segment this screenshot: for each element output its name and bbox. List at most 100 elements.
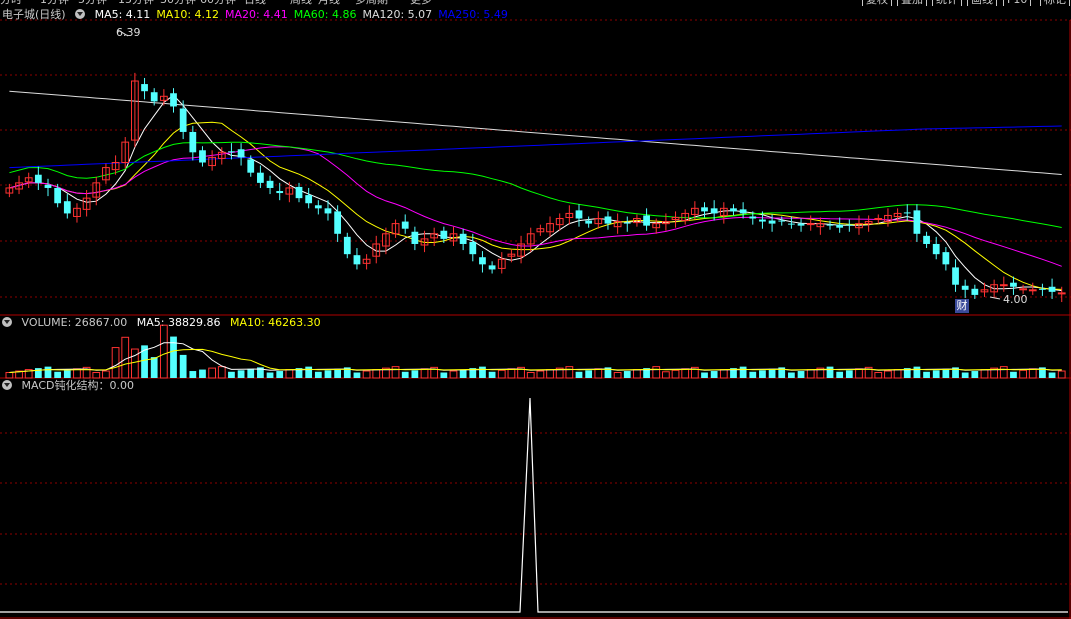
volume-bar: [305, 366, 313, 378]
volume-bar: [759, 370, 766, 378]
volume-bar: [961, 372, 969, 378]
candle-body: [575, 210, 583, 219]
candle-body: [179, 108, 187, 132]
candle-body: [623, 222, 631, 224]
candle-body: [961, 285, 969, 290]
volume-bar: [159, 324, 168, 379]
volume-bar: [701, 372, 708, 378]
volume-bar: [237, 370, 245, 378]
candle-body: [314, 205, 322, 209]
candle-body: [778, 220, 786, 222]
volume-bar: [855, 368, 863, 379]
candle-body: [999, 284, 1008, 287]
volume-bar: [536, 370, 545, 379]
candle-body: [903, 212, 911, 214]
volume-bar: [276, 371, 284, 378]
candle-body: [170, 93, 177, 107]
volume-bar: [923, 371, 930, 378]
volume-bar: [768, 368, 776, 378]
volume-bar: [372, 369, 381, 379]
volume-bar: [44, 366, 52, 378]
candle-body: [710, 208, 718, 214]
candle-body: [585, 220, 593, 224]
candle-body: [971, 288, 979, 295]
candle-body: [845, 224, 853, 226]
volume-bar: [488, 371, 496, 378]
high-price-label: 6.39: [116, 26, 141, 39]
candle-body: [730, 208, 737, 212]
volume-bar: [420, 368, 429, 379]
ma10-line: [9, 121, 1062, 290]
volume-bar: [845, 370, 853, 378]
candle-body: [1010, 282, 1017, 287]
candle-body: [488, 265, 496, 270]
volume-bar: [585, 370, 593, 378]
candle-body: [228, 151, 235, 153]
candle-body: [305, 195, 313, 204]
volume-bar: [5, 372, 14, 379]
volume-bar: [681, 368, 690, 379]
volume-bar: [623, 371, 631, 378]
kline-chart[interactable]: [0, 0, 1071, 619]
volume-bar: [739, 366, 747, 378]
candle-body: [604, 216, 612, 224]
volume-bar: [208, 367, 217, 379]
volume-bar: [497, 369, 506, 379]
candle-body: [701, 207, 708, 212]
candle-body: [440, 230, 448, 239]
candle-body: [266, 180, 274, 188]
candle-body: [469, 241, 477, 255]
volume-bar: [362, 370, 371, 379]
candle-body: [324, 208, 332, 214]
volume-bar: [63, 370, 71, 378]
candle-body: [952, 267, 959, 285]
volume-bar: [314, 371, 322, 378]
candle-body: [295, 186, 303, 199]
volume-bar: [893, 369, 902, 379]
candle-body: [806, 223, 815, 226]
volume-bar: [971, 371, 979, 378]
candle-body: [1028, 289, 1037, 292]
finance-badge[interactable]: 财: [955, 299, 969, 313]
candle-body: [923, 235, 930, 244]
volume-bar: [710, 371, 718, 378]
volume-bar: [719, 369, 728, 379]
candle-body: [479, 257, 486, 265]
volume-bar: [932, 370, 940, 378]
candle-body: [836, 224, 844, 228]
volume-bar: [575, 371, 583, 378]
candle-body: [189, 131, 197, 153]
volume-bar: [594, 368, 603, 379]
candle-body: [788, 223, 795, 225]
volume-bar: [565, 366, 574, 379]
candle-body: [247, 159, 255, 173]
volume-bar: [266, 372, 274, 378]
candle-body: [1039, 288, 1046, 290]
volume-bar: [102, 370, 110, 379]
volume-bar: [150, 357, 158, 378]
volume-bar: [671, 369, 680, 379]
volume-bar: [797, 371, 805, 378]
candle-body: [459, 233, 467, 244]
candle-body: [237, 149, 245, 158]
volume-bar: [217, 366, 226, 379]
candle-body: [199, 150, 206, 163]
candle-body: [353, 255, 361, 265]
volume-bar: [874, 372, 883, 379]
volume-bar: [324, 370, 332, 378]
candle-body: [932, 243, 940, 255]
candle-body: [643, 215, 650, 226]
volume-bar: [54, 371, 62, 378]
candle-body: [63, 201, 71, 214]
volume-bar: [633, 369, 641, 379]
candle-body: [276, 191, 284, 194]
candle-body: [797, 223, 805, 226]
volume-bar: [179, 354, 187, 378]
low-price-label: 4.00: [1003, 293, 1028, 306]
candle-body: [411, 231, 419, 244]
candle-body: [334, 211, 342, 234]
volume-bar: [391, 366, 400, 379]
volume-bar: [999, 366, 1008, 379]
volume-bar: [121, 336, 130, 379]
volume-bar: [401, 371, 409, 378]
